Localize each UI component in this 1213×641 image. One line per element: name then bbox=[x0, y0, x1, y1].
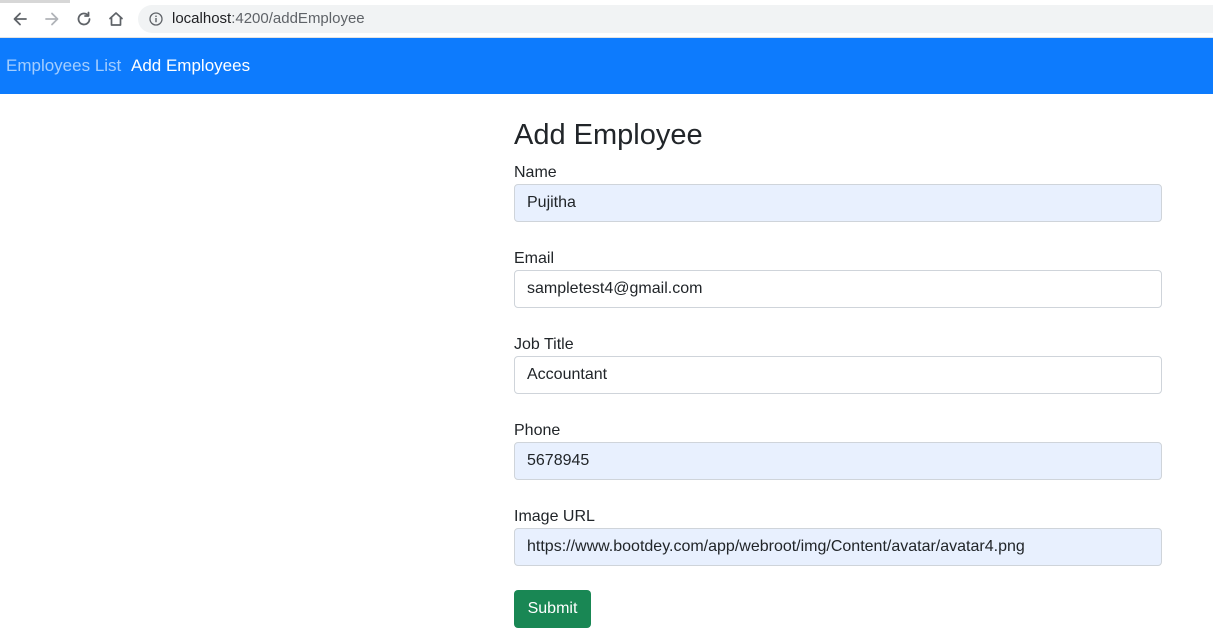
submit-button[interactable]: Submit bbox=[514, 590, 591, 628]
app-navbar: Employees List Add Employees bbox=[0, 38, 1213, 94]
image-url-field[interactable] bbox=[514, 528, 1162, 566]
page-title: Add Employee bbox=[514, 119, 703, 151]
active-tab-indicator bbox=[0, 0, 70, 3]
phone-field[interactable] bbox=[514, 442, 1162, 480]
phone-label: Phone bbox=[514, 422, 561, 439]
email-field[interactable] bbox=[514, 270, 1162, 308]
job-title-field[interactable] bbox=[514, 356, 1162, 394]
url-text: localhost:4200/addEmployee bbox=[172, 10, 365, 28]
info-icon[interactable] bbox=[149, 12, 163, 26]
url-path: :4200/addEmployee bbox=[231, 10, 365, 27]
arrow-right-icon bbox=[43, 10, 61, 28]
nav-link-add-employees[interactable]: Add Employees bbox=[131, 56, 250, 76]
back-button[interactable] bbox=[8, 7, 32, 31]
forward-button[interactable] bbox=[40, 7, 64, 31]
email-label: Email bbox=[514, 250, 555, 267]
browser-toolbar: localhost:4200/addEmployee bbox=[0, 0, 1213, 38]
nav-link-employees-list[interactable]: Employees List bbox=[6, 56, 121, 76]
name-label: Name bbox=[514, 164, 557, 181]
arrow-left-icon bbox=[11, 10, 29, 28]
job-title-label: Job Title bbox=[514, 336, 574, 353]
reload-icon bbox=[75, 10, 93, 28]
name-field[interactable] bbox=[514, 184, 1162, 222]
image-url-label: Image URL bbox=[514, 508, 595, 525]
url-host: localhost bbox=[172, 10, 232, 27]
reload-button[interactable] bbox=[72, 7, 96, 31]
home-button[interactable] bbox=[104, 7, 128, 31]
address-bar[interactable]: localhost:4200/addEmployee bbox=[138, 5, 1213, 33]
home-icon bbox=[107, 10, 125, 28]
